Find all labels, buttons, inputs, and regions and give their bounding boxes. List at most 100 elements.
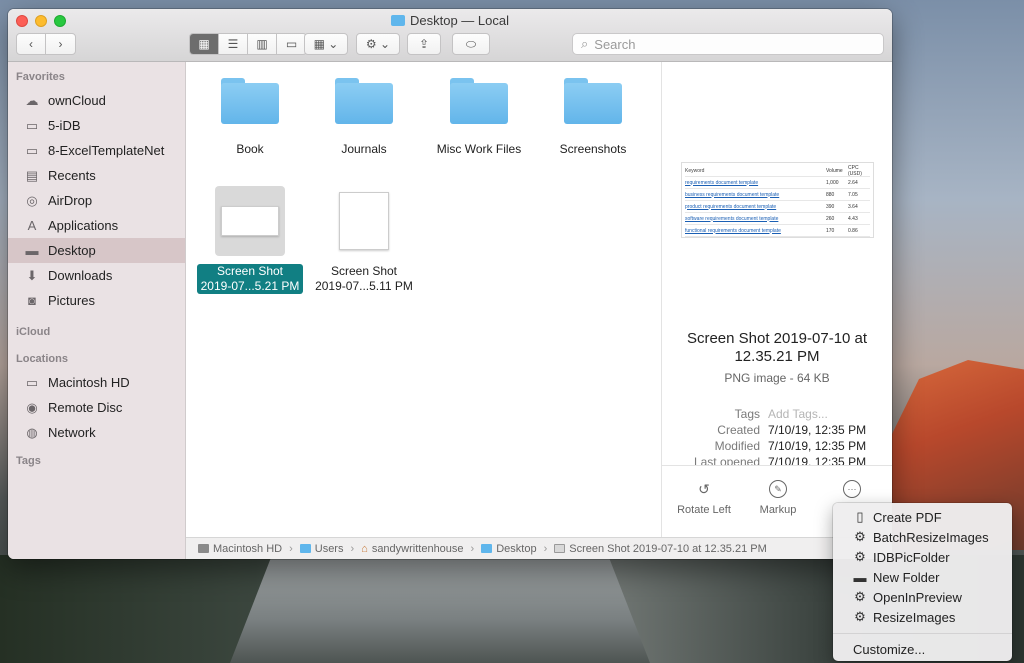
sidebar-item-desktop[interactable]: ▬ Desktop [8, 238, 185, 263]
file-name: Screen Shot 2019-07...5.11 PM [311, 264, 417, 294]
path-item[interactable]: Desktop [496, 543, 536, 555]
file-name-line1: Screen Shot [216, 264, 284, 278]
camera-icon: ◙ [28, 293, 36, 308]
sidebar-item-airdrop[interactable]: ◎ AirDrop [8, 188, 185, 213]
file-item-book[interactable]: Book [190, 78, 310, 156]
rotate-left-button[interactable]: ↺ Rotate Left [676, 480, 732, 517]
tags-button[interactable]: ⬭ [452, 33, 490, 55]
header-cell: CPC (USD) [848, 164, 862, 177]
file-item-misc-work-files[interactable]: Misc Work Files [419, 78, 539, 156]
sidebar-item-recents[interactable]: ▤ Recents [8, 163, 185, 188]
cell: functional requirements document templat… [685, 227, 781, 234]
cell: software requirements document template [685, 215, 779, 222]
menu-item-idbpicfolder[interactable]: ⚙ IDBPicFolder [833, 547, 1012, 567]
file-item-screenshots[interactable]: Screenshots [533, 78, 653, 156]
share-button[interactable]: ⇪ [407, 33, 441, 55]
menu-item-label: BatchResizeImages [873, 529, 989, 545]
menu-item-create-pdf[interactable]: ▯ Create PDF [833, 507, 1012, 527]
search-field[interactable]: ⌕ Search [572, 33, 884, 55]
preview-name-line1: Screen Shot 2019-07-10 at [686, 330, 868, 347]
sidebar-item-label: ownCloud [48, 93, 106, 108]
sidebar-item-5-idb[interactable]: ▭ 5-iDB [8, 113, 185, 138]
image-icon [554, 544, 566, 553]
nav-buttons: ‹ › [16, 33, 76, 55]
file-item-journals[interactable]: Journals [304, 78, 424, 156]
sidebar-item-label: Remote Disc [48, 400, 123, 415]
sidebar-item-pictures[interactable]: ◙ Pictures [8, 288, 185, 313]
meta-label: Last opened [693, 455, 760, 465]
path-item[interactable]: Users [315, 543, 344, 555]
add-tags-field[interactable]: Add Tags... [768, 407, 828, 421]
meta-label: Tags [734, 407, 760, 421]
path-item[interactable]: sandywrittenhouse [372, 543, 464, 555]
column-view-button[interactable]: ▥ [248, 34, 277, 54]
gear-icon: ⚙ [854, 549, 866, 564]
home-icon: ⌂ [361, 542, 368, 555]
folder-icon [299, 544, 311, 553]
cell: 260 [826, 215, 835, 222]
list-view-button[interactable]: ☰ [219, 34, 248, 54]
menu-item-new-folder[interactable]: ▬ New Folder [833, 567, 1012, 587]
menu-item-openinpreview[interactable]: ⚙ OpenInPreview [833, 587, 1012, 607]
back-button[interactable]: ‹ [17, 34, 46, 54]
preview-name-line2: 12.35.21 PM [734, 348, 820, 365]
sidebar-item-label: Desktop [48, 243, 96, 258]
file-name-line2: 2019-07...5.21 PM [200, 279, 300, 293]
meta-value: 7/10/19, 12:35 PM [768, 455, 867, 465]
sidebar-item-macintosh-hd[interactable]: ▭ Macintosh HD [8, 370, 185, 395]
sidebar-header-tags: Tags [16, 455, 41, 467]
sidebar-item-owncloud[interactable]: ☁ ownCloud [8, 88, 185, 113]
menu-divider [833, 633, 1012, 634]
gallery-view-button[interactable]: ▭ [277, 34, 306, 54]
path-item[interactable]: Screen Shot 2019-07-10 at 12.35.21 PM [569, 543, 767, 555]
group-by-button[interactable]: ▦ ⌄ [304, 33, 348, 55]
action-label: Rotate Left [677, 504, 731, 516]
menu-item-customize[interactable]: Customize... [833, 639, 1012, 659]
gear-icon: ⚙ [854, 609, 866, 624]
icon-view-button[interactable]: ▦ [190, 34, 219, 54]
cell: 4.43 [848, 215, 858, 222]
meta-opened-row: Last opened 7/10/19, 12:35 PM [662, 455, 892, 465]
disk-icon: ▭ [25, 374, 39, 390]
sidebar-header-locations: Locations [16, 353, 68, 365]
menu-item-batchresizeimages[interactable]: ⚙ BatchResizeImages [833, 527, 1012, 547]
menu-item-resizeimages[interactable]: ⚙ ResizeImages [833, 607, 1012, 627]
toolbar: ‹ › ▦ ☰ ▥ ▭ ▦ ⌄ ⚙ ⌄ ⇪ ⬭ ⌕ Search [16, 33, 884, 55]
file-name: Journals [341, 142, 387, 156]
forward-button[interactable]: › [46, 34, 75, 54]
sidebar-item-label: Applications [48, 218, 119, 233]
search-placeholder: Search [594, 36, 636, 52]
chevron-right-icon: › [289, 542, 293, 555]
window-title: Desktop — Local [8, 13, 892, 28]
meta-value: 7/10/19, 12:35 PM [768, 423, 867, 437]
sidebar-item-label: Macintosh HD [48, 375, 130, 390]
pdf-icon: ▯ [856, 509, 864, 524]
markup-button[interactable]: ✎ Markup [754, 480, 802, 516]
disc-icon: ◉ [26, 399, 38, 415]
image-icon [221, 206, 279, 236]
quick-actions-menu: ▯ Create PDF ⚙ BatchResizeImages ⚙ IDBPicFo… [833, 503, 1012, 661]
file-item-screenshot[interactable]: Screen Shot 2019-07...5.11 PM [304, 186, 424, 294]
cell: product requirements document template [685, 203, 777, 210]
sidebar-item-8-exceltemplatenet[interactable]: ▭ 8-ExcelTemplateNet [8, 138, 185, 163]
disk-icon [198, 544, 209, 553]
folder-icon [335, 78, 393, 124]
file-name: Misc Work Files [436, 142, 522, 156]
path-item[interactable]: Macintosh HD [213, 543, 282, 555]
preview-table-row: requirements document template 1,000 2.64 [685, 177, 870, 189]
sidebar-item-downloads[interactable]: ⬇ Downloads [8, 263, 185, 288]
more-actions-button[interactable]: ··· [840, 480, 864, 504]
file-item-screenshot-selected[interactable]: Screen Shot 2019-07...5.21 PM [190, 186, 310, 294]
cell: 390 [826, 203, 835, 210]
sidebar: Favorites ☁ ownCloud ▭ 5-iDB ▭ 8-ExcelTempl… [8, 62, 186, 559]
action-gear-button[interactable]: ⚙ ⌄ [356, 33, 400, 55]
file-name: Screenshots [559, 142, 627, 156]
sidebar-item-label: AirDrop [48, 193, 93, 208]
sidebar-item-remote-disc[interactable]: ◉ Remote Disc [8, 395, 185, 420]
chevron-right-icon: › [543, 542, 548, 555]
sidebar-item-network[interactable]: ◍ Network [8, 420, 185, 445]
folder-icon [564, 78, 622, 124]
sidebar-item-applications[interactable]: A Applications [8, 213, 185, 238]
folder-icon [481, 544, 493, 553]
preview-table-row: software requirements document template 2… [685, 213, 870, 225]
